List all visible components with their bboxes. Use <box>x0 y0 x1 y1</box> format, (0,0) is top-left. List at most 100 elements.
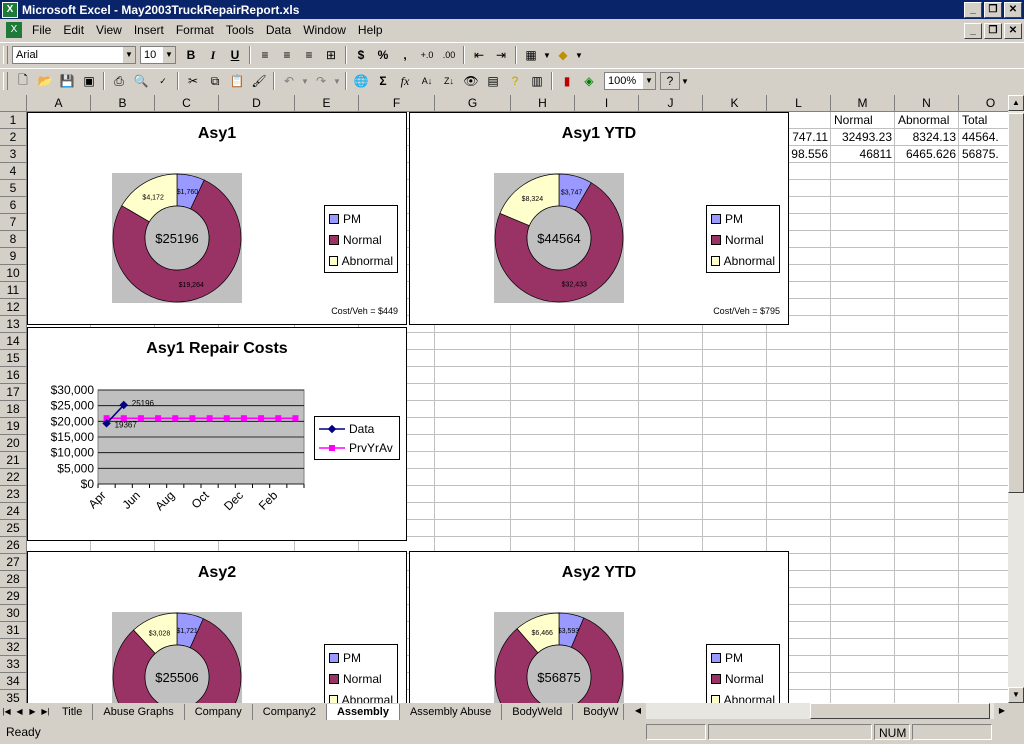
chart-legend[interactable]: PM Normal Abnormal <box>324 644 398 703</box>
column-header-o[interactable]: O <box>959 95 1008 112</box>
cell-o1[interactable]: Total <box>962 112 987 129</box>
research-icon[interactable]: ▤ <box>482 71 504 91</box>
first-sheet-icon[interactable]: |◀ <box>0 705 13 719</box>
row-header-32[interactable]: 32 <box>0 639 27 656</box>
hyperlink-icon[interactable]: 🌐 <box>350 71 372 91</box>
column-header-d[interactable]: D <box>219 95 295 112</box>
scroll-thumb[interactable] <box>1008 113 1024 493</box>
row-header-9[interactable]: 9 <box>0 248 27 265</box>
column-header-a[interactable]: A <box>27 95 91 112</box>
last-sheet-icon[interactable]: ▶| <box>39 705 52 719</box>
help-question-icon[interactable]: ? <box>660 72 680 90</box>
horizontal-scrollbar[interactable]: ◀ ▶ <box>630 703 1010 719</box>
menu-data[interactable]: Data <box>260 23 297 37</box>
merge-center-icon[interactable]: ⊞ <box>320 45 342 65</box>
row-header-18[interactable]: 18 <box>0 401 27 418</box>
select-all-corner[interactable] <box>0 95 27 112</box>
row-header-33[interactable]: 33 <box>0 656 27 673</box>
help-icon[interactable]: ? <box>504 71 526 91</box>
menu-help[interactable]: Help <box>352 23 389 37</box>
row-header-21[interactable]: 21 <box>0 452 27 469</box>
chevron-down-icon[interactable]: ▼ <box>123 47 135 63</box>
font-size-combo[interactable]: 10 ▼ <box>140 46 176 64</box>
row-header-1[interactable]: 1 <box>0 112 27 129</box>
row-header-30[interactable]: 30 <box>0 605 27 622</box>
tab-bodyweld[interactable]: BodyWeld <box>502 703 574 720</box>
row-header-27[interactable]: 27 <box>0 554 27 571</box>
chevron-down-icon[interactable]: ▼ <box>574 45 584 65</box>
percent-icon[interactable]: % <box>372 45 394 65</box>
column-header-n[interactable]: N <box>895 95 959 112</box>
row-header-4[interactable]: 4 <box>0 163 27 180</box>
cell-m2[interactable]: 32493.23 <box>832 129 892 146</box>
align-right-icon[interactable]: ≡ <box>298 45 320 65</box>
open-folder-icon[interactable]: 📂 <box>34 71 56 91</box>
font-name-combo[interactable]: Arial ▼ <box>12 46 136 64</box>
decrease-decimal-icon[interactable]: .00 <box>438 45 460 65</box>
format-painter-icon[interactable]: 🖌 <box>248 71 270 91</box>
prev-sheet-icon[interactable]: ◀ <box>13 705 26 719</box>
borders-icon[interactable]: ▦ <box>520 45 542 65</box>
row-header-23[interactable]: 23 <box>0 486 27 503</box>
column-header-h[interactable]: H <box>511 95 575 112</box>
row-header-2[interactable]: 2 <box>0 129 27 146</box>
row-header-14[interactable]: 14 <box>0 333 27 350</box>
row-header-12[interactable]: 12 <box>0 299 27 316</box>
row-header-6[interactable]: 6 <box>0 197 27 214</box>
row-header-7[interactable]: 7 <box>0 214 27 231</box>
tab-bodyw[interactable]: BodyW <box>573 703 624 720</box>
vertical-scrollbar[interactable]: ▲ ▼ <box>1008 95 1024 703</box>
drawing-icon[interactable]: ◈ <box>578 71 600 91</box>
copy-icon[interactable]: ⧉ <box>204 71 226 91</box>
increase-decimal-icon[interactable]: +.0 <box>416 45 438 65</box>
chevron-down-icon[interactable]: ▼ <box>542 45 552 65</box>
row-header-34[interactable]: 34 <box>0 673 27 690</box>
chart-legend[interactable]: PM Normal Abnormal <box>706 644 780 703</box>
italic-button[interactable]: I <box>202 45 224 65</box>
cell-o3[interactable]: 56875. <box>962 146 1008 163</box>
row-header-25[interactable]: 25 <box>0 520 27 537</box>
chart-asy1-repair-costs[interactable]: Asy1 Repair Costs $0 $5,000 $10,000 $15,000… <box>27 327 407 541</box>
scroll-left-icon[interactable]: ◀ <box>630 703 646 719</box>
row-header-19[interactable]: 19 <box>0 418 27 435</box>
column-header-k[interactable]: K <box>703 95 767 112</box>
menu-window[interactable]: Window <box>297 23 352 37</box>
sort-descending-icon[interactable]: Z↓ <box>438 71 460 91</box>
column-header-i[interactable]: I <box>575 95 639 112</box>
chart-wizard-icon[interactable]: ▮ <box>556 71 578 91</box>
row-header-29[interactable]: 29 <box>0 588 27 605</box>
print-icon[interactable]: ⎙ <box>108 71 130 91</box>
restore-button[interactable]: ❐ <box>984 2 1002 18</box>
toolbar-grip[interactable] <box>3 72 8 90</box>
permission-icon[interactable]: ▣ <box>78 71 100 91</box>
row-header-5[interactable]: 5 <box>0 180 27 197</box>
cut-icon[interactable]: ✂ <box>182 71 204 91</box>
increase-indent-icon[interactable]: ⇥ <box>490 45 512 65</box>
fill-color-icon[interactable]: ◆ <box>552 45 574 65</box>
chevron-down-icon[interactable]: ▼ <box>643 73 655 89</box>
forms-icon[interactable]: ▥ <box>526 71 548 91</box>
scroll-right-icon[interactable]: ▶ <box>994 703 1010 719</box>
row-header-3[interactable]: 3 <box>0 146 27 163</box>
close-button[interactable]: ✕ <box>1004 2 1022 18</box>
zoom-combo[interactable]: 100% ▼ <box>604 72 656 90</box>
chart-legend[interactable]: PM Normal Abnormal <box>324 205 398 273</box>
tab-assembly-abuse[interactable]: Assembly Abuse <box>399 703 503 720</box>
next-sheet-icon[interactable]: ▶ <box>26 705 39 719</box>
tab-company[interactable]: Company <box>184 703 253 720</box>
column-header-e[interactable]: E <box>295 95 359 112</box>
doc-close-button[interactable]: ✕ <box>1004 23 1022 39</box>
menu-file[interactable]: File <box>26 23 57 37</box>
chevron-down-icon[interactable]: ▼ <box>300 71 310 91</box>
toolbar-grip[interactable] <box>3 46 8 64</box>
underline-button[interactable]: U <box>224 45 246 65</box>
function-icon[interactable]: fx <box>394 71 416 91</box>
chart-asy2[interactable]: Asy2 $1,721 $3,028 $25506 PM Normal Abnorm… <box>27 551 407 703</box>
cell-n3[interactable]: 6465.626 <box>896 146 956 163</box>
doc-restore-button[interactable]: ❐ <box>984 23 1002 39</box>
workbook-icon[interactable]: X <box>6 22 22 38</box>
spelling-icon[interactable]: ✓ <box>152 71 174 91</box>
chart-asy1-ytd[interactable]: Asy1 YTD $3,747 $32,433 $8,324 $44564 PM No… <box>409 112 789 325</box>
menu-insert[interactable]: Insert <box>128 23 170 37</box>
scroll-up-icon[interactable]: ▲ <box>1008 95 1024 111</box>
